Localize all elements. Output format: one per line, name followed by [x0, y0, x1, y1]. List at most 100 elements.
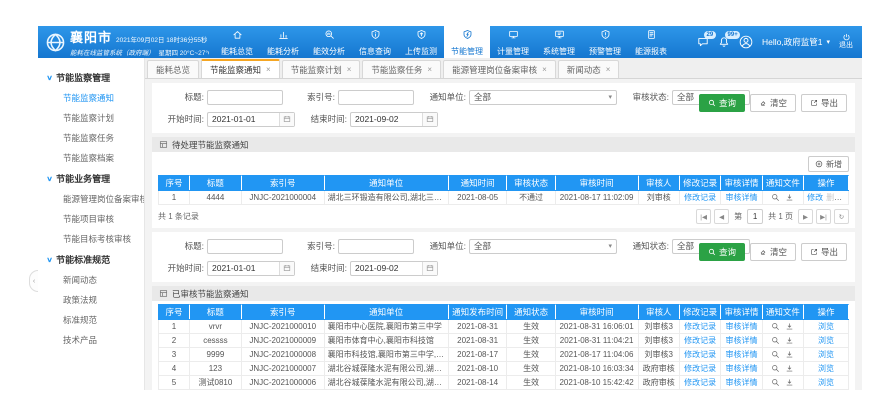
nav-item-label: 信息查询 — [359, 46, 391, 57]
sidebar-item[interactable]: 节能目标考核审核 — [38, 229, 144, 249]
tab-2-active[interactable]: 节能监察通知× — [201, 59, 280, 78]
sidebar-item-active[interactable]: 节能监察通知 — [38, 88, 144, 108]
unit-select[interactable]: 全部 ▾ — [469, 90, 617, 105]
nav-item-2[interactable]: 能耗分析 — [260, 26, 306, 58]
modify-record-link[interactable]: 修改记录 — [684, 336, 716, 345]
tab-1[interactable]: 能耗总览 — [147, 60, 199, 78]
preview-file-icon[interactable] — [771, 364, 780, 373]
refresh-icon[interactable]: ↻ — [834, 209, 849, 224]
nav-item-8[interactable]: 系统管理 — [536, 26, 582, 58]
preview-file-icon[interactable] — [771, 378, 780, 387]
edit-link[interactable]: 修改 — [807, 193, 823, 202]
view-link[interactable]: 浏览 — [818, 364, 834, 373]
tab-close-icon[interactable]: × — [606, 65, 611, 74]
preview-file-icon[interactable] — [771, 322, 780, 331]
chevron-down-icon[interactable]: ▾ — [826, 38, 830, 46]
first-page-button[interactable]: |◀ — [696, 209, 711, 224]
tab-5[interactable]: 能源管理岗位备案审核× — [443, 60, 556, 78]
index-input-2[interactable] — [338, 239, 414, 254]
sidebar-item[interactable]: 新闻动态 — [38, 270, 144, 290]
view-link[interactable]: 浏览 — [818, 322, 834, 331]
prev-page-button[interactable]: ◀ — [714, 209, 729, 224]
sidebar-group-3[interactable]: ∨节能标准规范 — [38, 249, 144, 270]
view-link[interactable]: 浏览 — [818, 336, 834, 345]
preview-file-icon[interactable] — [771, 336, 780, 345]
tab-4[interactable]: 节能监察任务× — [362, 60, 441, 78]
download-file-icon[interactable] — [785, 364, 794, 373]
audit-detail-link[interactable]: 审核详情 — [725, 193, 757, 202]
search-button[interactable]: 查询 — [699, 94, 745, 112]
audit-detail-link[interactable]: 审核详情 — [725, 364, 757, 373]
end-date-input-2[interactable]: 2021-09-02 — [350, 261, 438, 276]
sidebar-item[interactable]: 节能项目审核 — [38, 209, 144, 229]
nav-item-9[interactable]: 预警管理 — [582, 26, 628, 58]
download-file-icon[interactable] — [785, 350, 794, 359]
view-link[interactable]: 浏览 — [845, 193, 848, 202]
bell-icon[interactable]: 99+ — [718, 36, 730, 48]
search-button-2[interactable]: 查询 — [699, 243, 745, 261]
tab-3[interactable]: 节能监察计划× — [282, 60, 361, 78]
download-file-icon[interactable] — [785, 378, 794, 387]
sidebar-item[interactable]: 节能监察任务 — [38, 128, 144, 148]
current-page-input[interactable]: 1 — [747, 209, 763, 224]
sidebar-item[interactable]: 能源管理岗位备案审核 — [38, 189, 144, 209]
tab-close-icon[interactable]: × — [542, 65, 547, 74]
top-header: 襄阳市 2021年09月02日 18时36分55秒 能耗在线监管系统（政府端） … — [38, 26, 862, 58]
audit-detail-link[interactable]: 审核详情 — [725, 378, 757, 387]
nav-item-7[interactable]: 计量管理 — [490, 26, 536, 58]
export-button-2[interactable]: 导出 — [801, 243, 847, 261]
preview-file-icon[interactable] — [771, 193, 780, 202]
title-input-2[interactable] — [207, 239, 283, 254]
unit-select-2[interactable]: 全部 ▾ — [469, 239, 617, 254]
view-link[interactable]: 浏览 — [818, 350, 834, 359]
sidebar-item[interactable]: 节能监察计划 — [38, 108, 144, 128]
nav-item-5[interactable]: 上传监测 — [398, 26, 444, 58]
end-date-input[interactable]: 2021-09-02 — [350, 112, 438, 127]
user-avatar-icon[interactable] — [739, 35, 753, 49]
message-icon[interactable]: 29 — [697, 36, 709, 48]
start-date-input-2[interactable]: 2021-01-01 — [207, 261, 295, 276]
clear-button[interactable]: 清空 — [750, 94, 796, 112]
next-page-button[interactable]: ▶ — [798, 209, 813, 224]
index-input[interactable] — [338, 90, 414, 105]
title-input[interactable] — [207, 90, 283, 105]
sidebar-group-2[interactable]: ∨节能业务管理 — [38, 168, 144, 189]
sidebar-collapse-handle[interactable]: ‹ — [29, 270, 38, 292]
modify-record-link[interactable]: 修改记录 — [684, 364, 716, 373]
modify-record-link[interactable]: 修改记录 — [684, 193, 716, 202]
nav-item-10[interactable]: 能源报表 — [628, 26, 674, 58]
sidebar-item[interactable]: 技术产品 — [38, 330, 144, 350]
tab-close-icon[interactable]: × — [347, 65, 352, 74]
sidebar-item[interactable]: 节能监察档案 — [38, 148, 144, 168]
start-date-input[interactable]: 2021-01-01 — [207, 112, 295, 127]
download-file-icon[interactable] — [785, 336, 794, 345]
last-page-button[interactable]: ▶| — [816, 209, 831, 224]
download-file-icon[interactable] — [785, 193, 794, 202]
sidebar-item[interactable]: 政策法规 — [38, 290, 144, 310]
audit-detail-link[interactable]: 审核详情 — [725, 322, 757, 331]
clear-button-2[interactable]: 清空 — [750, 243, 796, 261]
modify-record-link[interactable]: 修改记录 — [684, 350, 716, 359]
add-button[interactable]: 新增 — [808, 156, 849, 172]
tab-close-icon[interactable]: × — [427, 65, 432, 74]
user-greeting[interactable]: Hello,政府监管1 — [762, 36, 822, 48]
sidebar-group-1[interactable]: ∨节能监察管理 — [38, 67, 144, 88]
delete-link[interactable]: 删除 — [826, 193, 842, 202]
pending-records-row: 共 1 条记录 |◀ ◀ 第 1 共 1 页 ▶ ▶| ↻ — [158, 209, 849, 224]
audit-detail-link[interactable]: 审核详情 — [725, 350, 757, 359]
view-link[interactable]: 浏览 — [818, 378, 834, 387]
logout-button[interactable]: 退出 — [839, 33, 853, 50]
nav-item-1[interactable]: 能耗总览 — [214, 26, 260, 58]
nav-item-3[interactable]: 能效分析 — [306, 26, 352, 58]
modify-record-link[interactable]: 修改记录 — [684, 378, 716, 387]
nav-item-4[interactable]: 信息查询 — [352, 26, 398, 58]
preview-file-icon[interactable] — [771, 350, 780, 359]
tab-6[interactable]: 新闻动态× — [558, 60, 620, 78]
tab-close-icon[interactable]: × — [266, 65, 271, 74]
export-button[interactable]: 导出 — [801, 94, 847, 112]
nav-item-6[interactable]: 节能管理 — [444, 26, 490, 58]
sidebar-item[interactable]: 标准规范 — [38, 310, 144, 330]
audit-detail-link[interactable]: 审核详情 — [725, 336, 757, 345]
modify-record-link[interactable]: 修改记录 — [684, 322, 716, 331]
download-file-icon[interactable] — [785, 322, 794, 331]
